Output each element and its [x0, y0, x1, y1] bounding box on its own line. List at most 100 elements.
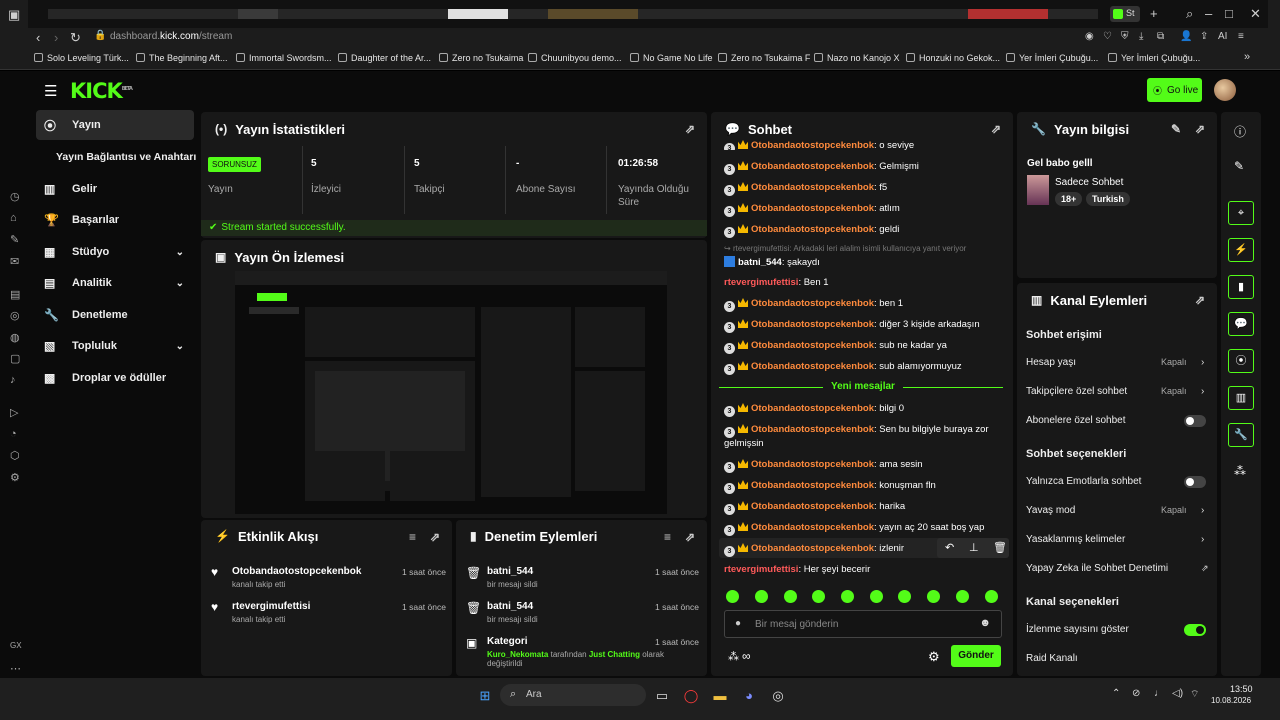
profile-icon[interactable]: 👤: [1180, 31, 1192, 42]
setting-row[interactable]: Yapay Zeka ile Sohbet Denetimi ⇗: [1026, 563, 1209, 574]
rail-whatsapp-icon[interactable]: ◎: [10, 309, 20, 322]
emote-only-toggle[interactable]: [1184, 476, 1206, 488]
chat-message[interactable]: 3 Otobandaotostopcekenbok: atlım: [724, 203, 900, 217]
setting-row[interactable]: Yavaş mod Kapalı ›: [1026, 505, 1204, 516]
emote-icon[interactable]: [755, 590, 768, 603]
go-live-button[interactable]: ⦿ Go live: [1147, 78, 1202, 102]
setting-row[interactable]: Yalnızca Emotlarla sohbet: [1026, 476, 1206, 488]
chat-message[interactable]: 3 Otobandaotostopcekenbok: geldi: [724, 224, 899, 238]
setting-row[interactable]: Takipçilere özel sohbet Kapalı ›: [1026, 386, 1204, 397]
chat-message[interactable]: rtevergimufettisi: Ben 1: [724, 277, 829, 288]
bookmark-item[interactable]: Zero no Tsukaima F: [718, 53, 810, 63]
emote-icon[interactable]: [898, 590, 911, 603]
menu-icon[interactable]: ≡: [1238, 31, 1244, 42]
new-tab-icon[interactable]: +: [1150, 6, 1158, 21]
rail-bag-icon[interactable]: ⌂: [10, 212, 17, 224]
url-field[interactable]: dashboard.kick.com/stream: [110, 31, 232, 42]
expand-icon[interactable]: ⇗: [685, 122, 695, 136]
bookmark-item[interactable]: Nazo no Kanojo X: [814, 53, 900, 63]
more-bookmarks-icon[interactable]: »: [1244, 51, 1250, 63]
show-viewers-toggle[interactable]: [1184, 624, 1206, 636]
share-icon[interactable]: ⇪: [1200, 31, 1208, 42]
taskbar-search[interactable]: ⌕ Ara: [500, 684, 646, 706]
task-view-icon[interactable]: ▭: [650, 684, 674, 708]
bookmark-item[interactable]: Yer İmleri Çubuğu...: [1108, 53, 1200, 63]
avatar[interactable]: [1214, 79, 1236, 101]
infinity-icon[interactable]: ∞: [742, 649, 751, 663]
emote-icon[interactable]: [870, 590, 883, 603]
rail-history-icon[interactable]: ◷: [10, 190, 20, 203]
stream-preview-video[interactable]: [235, 271, 667, 514]
tray-wifi-icon[interactable]: ⌔: [1190, 688, 1199, 701]
hamburger-icon[interactable]: ☰: [44, 82, 57, 100]
extensions-icon[interactable]: ⧉: [1157, 31, 1164, 42]
points-icon[interactable]: ⁂: [728, 650, 739, 663]
bookmark-item[interactable]: Immortal Swordsm...: [236, 53, 332, 63]
points-icon[interactable]: ⁂: [1234, 464, 1246, 478]
emote-icon[interactable]: [841, 590, 854, 603]
rail-tiktok-icon[interactable]: ♪: [10, 374, 16, 386]
reload-icon[interactable]: ↻: [70, 30, 81, 46]
discord-icon[interactable]: ◕: [737, 684, 761, 708]
close-icon[interactable]: ✕: [1250, 6, 1261, 22]
tray-chevron-icon[interactable]: ⌃: [1112, 688, 1120, 699]
back-icon[interactable]: ‹: [36, 30, 40, 45]
chat-message[interactable]: 3 Otobandaotostopcekenbok: ama sesin: [724, 459, 923, 473]
bookmark-item[interactable]: Solo Leveling Türk...: [34, 53, 129, 63]
chat-message[interactable]: 3 Otobandaotostopcekenbok: Sen bu bilgiyl…: [724, 424, 989, 438]
bookmark-item[interactable]: Yer İmleri Çubuğu...: [1006, 53, 1098, 63]
rail-button-wrench[interactable]: 🔧: [1228, 423, 1254, 447]
expand-icon[interactable]: ⇗: [685, 530, 695, 544]
bookmark-item[interactable]: Daughter of the Ar...: [338, 53, 431, 63]
rail-pen-icon[interactable]: ✎: [10, 233, 19, 246]
expand-icon[interactable]: ⇗: [1195, 122, 1205, 136]
send-button[interactable]: Gönder: [951, 645, 1001, 667]
edit-icon[interactable]: ✎: [1234, 159, 1244, 173]
sidebar-item-stream-key[interactable]: Yayın Bağlantısı ve Anahtarı: [48, 142, 200, 172]
maximize-icon[interactable]: □: [1225, 6, 1233, 21]
rail-twitch-icon[interactable]: ▤: [10, 288, 20, 301]
bookmark-item[interactable]: No Game No Life: [630, 53, 713, 63]
chat-input[interactable]: ● Bir mesaj gönderin ☻: [724, 610, 1002, 638]
forward-icon[interactable]: ›: [54, 30, 58, 45]
sidebar-item-gelir[interactable]: ▥ Gelir: [36, 174, 194, 204]
opera-gx-icon[interactable]: ◯: [679, 684, 703, 708]
rail-button-capture[interactable]: ⌖: [1228, 201, 1254, 225]
sidebar-item-droplar[interactable]: ▩ Droplar ve ödüller: [36, 363, 194, 393]
setting-row[interactable]: Yasaklanmış kelimeler ›: [1026, 534, 1204, 545]
filter-icon[interactable]: ≡: [409, 530, 416, 544]
rail-clock-icon[interactable]: ◔: [10, 428, 17, 440]
chat-message[interactable]: batni_544: şakaydı: [724, 256, 820, 268]
shield-icon[interactable]: ⛨: [1121, 31, 1129, 42]
bookmark-item[interactable]: Chuunibyou demo...: [528, 53, 622, 63]
download-icon[interactable]: ⤓: [1139, 31, 1143, 42]
clock-time[interactable]: 13:50: [1230, 684, 1253, 694]
rail-more-icon[interactable]: ⋯: [10, 662, 21, 675]
pin-icon[interactable]: ⊥: [969, 541, 979, 554]
ai-icon[interactable]: AI: [1218, 31, 1227, 42]
windows-start-icon[interactable]: ⊞: [473, 684, 497, 708]
bookmark-item[interactable]: The Beginning Aft...: [136, 53, 228, 63]
chat-message[interactable]: 3 Otobandaotostopcekenbok: ben 1: [724, 298, 903, 312]
bookmark-item[interactable]: Zero no Tsukaima: [439, 53, 523, 63]
active-tab[interactable]: St: [1110, 6, 1140, 22]
chat-message[interactable]: 3 Otobandaotostopcekenbok: harika: [724, 501, 905, 515]
emote-icon[interactable]: [985, 590, 998, 603]
rail-box-icon[interactable]: ⬡: [10, 449, 20, 462]
sidebar-item-basarilar[interactable]: 🏆 Başarılar: [36, 205, 194, 235]
emote-icon[interactable]: [812, 590, 825, 603]
kick-logo[interactable]: KICKBETA: [70, 79, 133, 103]
rail-button-lightning[interactable]: ⚡: [1228, 238, 1254, 262]
emote-icon[interactable]: [927, 590, 940, 603]
tray-network-icon[interactable]: ⊘: [1132, 688, 1140, 699]
gear-icon[interactable]: ⚙: [928, 649, 940, 665]
setting-row[interactable]: Abonelere özel sohbet: [1026, 415, 1206, 427]
rail-gx-icon[interactable]: GX: [10, 641, 22, 650]
rail-button-broadcast[interactable]: ⦿: [1228, 349, 1254, 373]
emote-icon[interactable]: [956, 590, 969, 603]
setting-row[interactable]: Hesap yaşı Kapalı ›: [1026, 357, 1204, 368]
opera-menu-icon[interactable]: ▣: [8, 7, 20, 23]
sidebar-item-denetleme[interactable]: 🔧 Denetleme: [36, 300, 194, 330]
chat-message[interactable]: rtevergimufettisi: Her şeyi becerir: [724, 564, 870, 575]
rail-player-icon[interactable]: ▷: [10, 406, 18, 419]
